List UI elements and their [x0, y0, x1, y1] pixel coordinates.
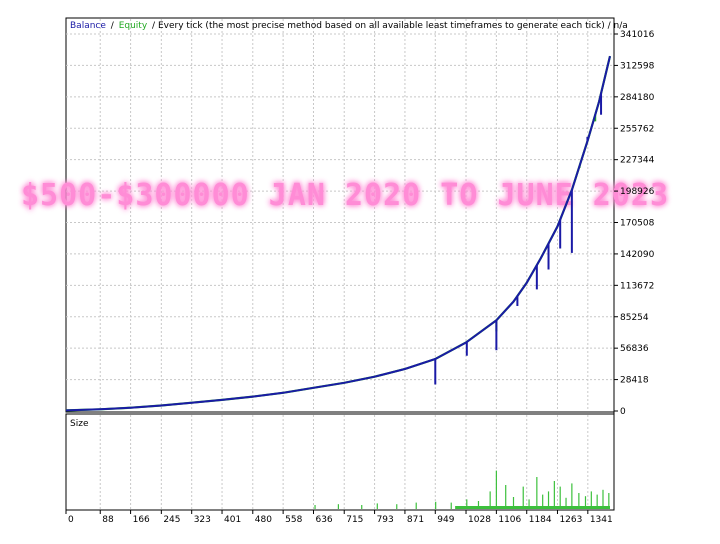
- x-tick-label: 636: [315, 515, 332, 525]
- x-tick-label: 0: [68, 515, 74, 525]
- y-tick-label: 341016: [620, 30, 655, 40]
- y-axis-ticks: 3410163125982841802557622273441989261705…: [614, 30, 655, 417]
- x-tick-label: 323: [194, 515, 211, 525]
- y-tick-label: 255762: [620, 124, 654, 134]
- x-tick-label: 1184: [529, 515, 552, 525]
- backtest-chart: $500-$300000 JAN 2020 TO JUNE 2023 34101…: [0, 0, 720, 540]
- y-tick-label: 198926: [620, 187, 655, 197]
- y-tick-label: 113672: [620, 281, 654, 291]
- size-panel-label: Size: [70, 419, 89, 429]
- main-panel-frame: [65, 17, 615, 413]
- size-panel-frame: [65, 413, 615, 511]
- y-tick-label: 28418: [620, 376, 649, 386]
- size-baseline: [455, 506, 610, 509]
- legend-balance: Balance: [70, 21, 106, 31]
- x-tick-label: 558: [285, 515, 302, 525]
- x-axis-ticks: 0 88 166 245 323 401 480 558 636 715 793 871 949 1028…: [65, 510, 613, 525]
- y-tick-label: 0: [620, 407, 626, 417]
- x-tick-label: 1028: [468, 515, 491, 525]
- y-tick-label: 312598: [620, 61, 655, 71]
- x-tick-label: 1106: [498, 515, 521, 525]
- y-tick-label: 142090: [620, 250, 655, 260]
- y-tick-label: 227344: [620, 156, 655, 166]
- x-tick-label: 793: [377, 515, 394, 525]
- y-tick-label: 170508: [620, 219, 655, 229]
- x-tick-label: 166: [133, 515, 150, 525]
- chart-header: Balance / Equity / Every tick (the most …: [70, 21, 628, 31]
- y-tick-label: 284180: [620, 93, 655, 103]
- x-tick-label: 715: [346, 515, 363, 525]
- x-tick-label: 245: [163, 515, 180, 525]
- x-tick-label: 1341: [590, 515, 613, 525]
- x-tick-label: 480: [255, 515, 272, 525]
- x-tick-label: 871: [407, 515, 424, 525]
- y-tick-label: 56836: [620, 344, 649, 354]
- x-tick-label: 401: [224, 515, 241, 525]
- legend-equity: Equity: [119, 21, 148, 31]
- x-tick-label: 88: [102, 515, 114, 525]
- legend-separator: /: [111, 21, 115, 31]
- x-tick-label: 949: [437, 515, 454, 525]
- x-tick-label: 1263: [559, 515, 582, 525]
- chart-canvas: $500-$300000 JAN 2020 TO JUNE 2023 34101…: [21, 17, 668, 525]
- legend-description: / Every tick (the most precise method ba…: [152, 21, 628, 31]
- y-tick-label: 85254: [620, 313, 649, 323]
